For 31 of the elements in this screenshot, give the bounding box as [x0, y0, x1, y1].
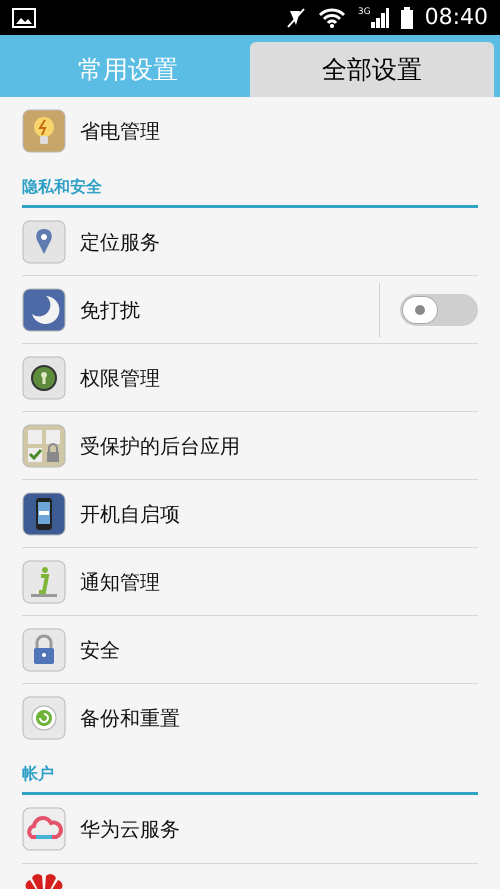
tab[interactable]: 全部设置 — [250, 42, 494, 97]
setting-label[interactable]: 定位服务 — [80, 226, 160, 256]
section-header: 隐私和安全 — [22, 176, 103, 198]
keyhole-icon — [22, 356, 66, 400]
moon-icon — [22, 288, 66, 332]
checklist-lock-icon — [22, 424, 66, 468]
setting-label[interactable]: 通知管理 — [80, 566, 160, 596]
setting-label[interactable]: 受保护的后台应用 — [80, 430, 240, 460]
cloud-icon — [22, 807, 66, 851]
muted-icon — [286, 6, 306, 28]
setting-label[interactable]: 权限管理 — [80, 362, 160, 392]
section-header: 帐户 — [22, 763, 55, 785]
toggle-switch[interactable] — [400, 294, 478, 326]
setting-label[interactable]: 华为云服务 — [80, 814, 180, 844]
setting-label[interactable]: 安全 — [80, 634, 120, 664]
phone-icon — [22, 492, 66, 536]
clock: 08:40 — [424, 6, 488, 28]
info-icon — [22, 560, 66, 604]
light-bulb-icon — [22, 109, 66, 153]
setting-label[interactable]: 免打扰 — [80, 294, 140, 324]
network-type: 3G — [358, 8, 371, 16]
location-pin-icon — [22, 220, 66, 264]
setting-label[interactable]: 备份和重置 — [80, 703, 180, 733]
padlock-icon — [22, 628, 66, 672]
restore-icon — [22, 696, 66, 740]
setting-label[interactable]: 省电管理 — [80, 116, 160, 146]
wifi-icon — [318, 6, 346, 28]
signal-icon — [370, 8, 389, 28]
setting-label[interactable]: 开机自启项 — [80, 498, 180, 528]
battery-icon — [400, 6, 413, 28]
image-icon — [12, 8, 36, 28]
